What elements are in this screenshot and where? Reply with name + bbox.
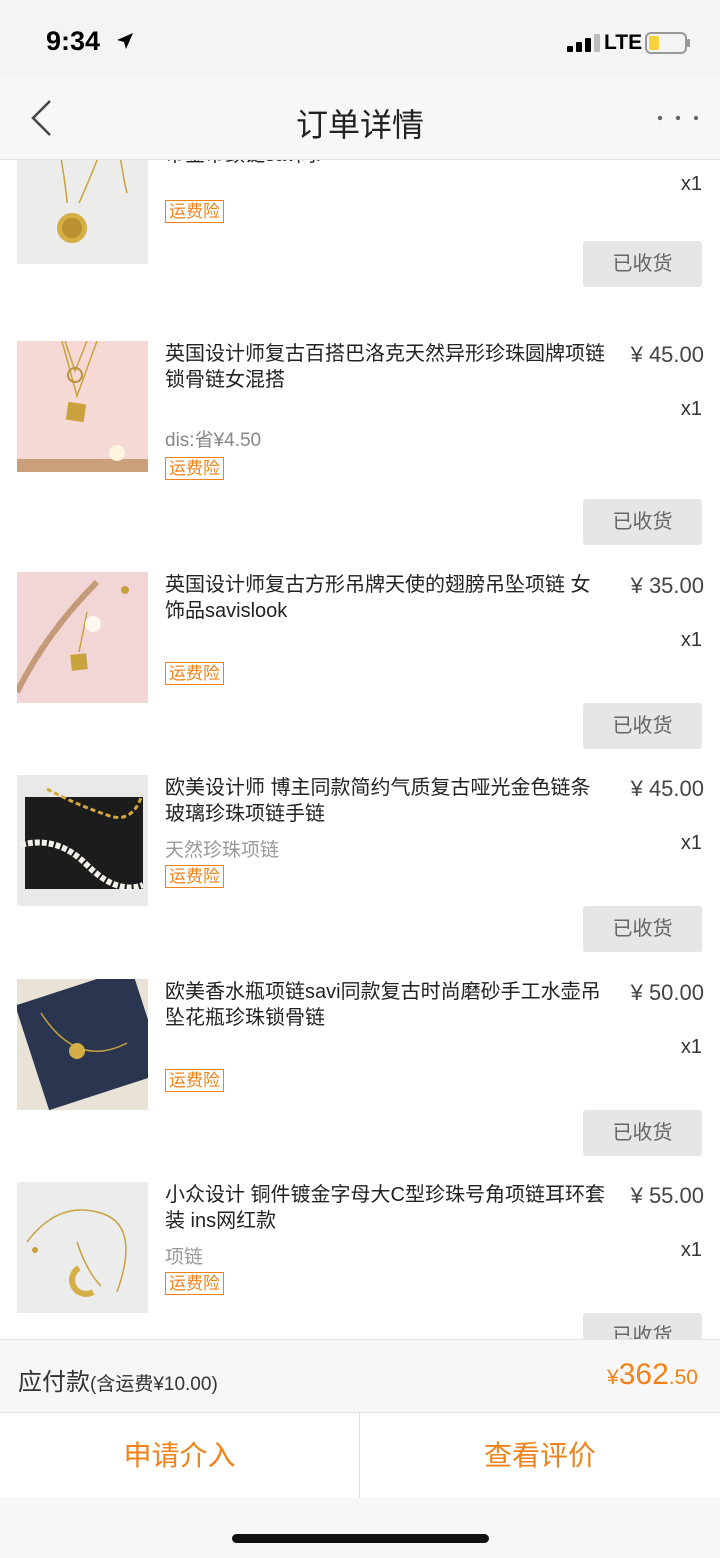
quantity: x1: [680, 1036, 702, 1058]
received-button[interactable]: 已收货: [583, 241, 702, 287]
received-button[interactable]: 已收货: [583, 703, 702, 749]
battery-icon: [645, 32, 690, 54]
product-image[interactable]: [17, 1182, 148, 1313]
view-review-button[interactable]: 查看评价: [360, 1413, 720, 1498]
shipping-insurance-tag: 运费险: [165, 200, 224, 223]
payment-summary: 应付款(含运费¥10.00) ¥362.50: [0, 1339, 720, 1413]
amount-decimal: .50: [668, 1366, 698, 1389]
quantity: x1: [680, 1239, 702, 1261]
home-indicator[interactable]: [232, 1534, 489, 1543]
status-time: 9:34: [46, 26, 101, 56]
product-price: ¥ 50.00: [630, 980, 704, 1005]
received-button[interactable]: 已收货: [583, 1313, 702, 1339]
amount-integer: 362: [618, 1358, 669, 1391]
order-item[interactable]: 英国设计师复古方形吊牌天使的翅膀吊坠项链 女饰品savislook ¥ 35.0…: [0, 572, 720, 775]
product-sku: 项链: [165, 1247, 204, 1268]
quantity: x1: [680, 173, 702, 195]
quantity: x1: [680, 832, 702, 854]
received-button[interactable]: 已收货: [583, 499, 702, 545]
shipping-included-note: (含运费¥10.00): [90, 1374, 218, 1395]
product-image[interactable]: [17, 160, 148, 264]
quantity: x1: [680, 398, 702, 420]
product-image[interactable]: [17, 341, 148, 472]
quantity: x1: [680, 629, 702, 651]
status-bar: 9:34 LTE: [0, 0, 720, 78]
order-item[interactable]: 欧美香水瓶项链savi同款复古时尚磨砂手工水壶吊坠花瓶珍珠锁骨链 ¥ 50.00…: [0, 979, 720, 1182]
home-indicator-area: [0, 1498, 720, 1558]
product-title[interactable]: 币金币颈链sav同i: [165, 160, 610, 168]
received-button[interactable]: 已收货: [583, 906, 702, 952]
product-price: ¥ 35.00: [630, 573, 704, 598]
amount-due-label: 应付款(含运费¥10.00): [18, 1362, 218, 1397]
signal-icon: [567, 34, 600, 52]
shipping-insurance-tag: 运费险: [165, 1069, 224, 1092]
action-bar: 申请介入 查看评价: [0, 1413, 720, 1498]
order-item[interactable]: 小众设计 铜件镀金字母大C型珍珠号角项链耳环套装 ins网红款 ¥ 55.00 …: [0, 1182, 720, 1339]
product-title[interactable]: 英国设计师复古方形吊牌天使的翅膀吊坠项链 女饰品savislook: [165, 572, 610, 624]
amount-due-title: 应付款: [18, 1369, 90, 1396]
product-title[interactable]: 欧美香水瓶项链savi同款复古时尚磨砂手工水壶吊坠花瓶珍珠锁骨链: [165, 979, 610, 1031]
location-arrow-icon: [117, 33, 133, 49]
order-item[interactable]: 欧美设计师 博主同款简约气质复古哑光金色链条玻璃珍珠项链手链 ¥ 45.00 x…: [0, 775, 720, 978]
order-item[interactable]: 英国设计师复古百搭巴洛克天然异形珍珠圆牌项链 锁骨链女混搭 ¥ 45.00 x1…: [0, 341, 720, 545]
shipping-insurance-tag: 运费险: [165, 1272, 224, 1295]
product-image[interactable]: [17, 979, 148, 1110]
network-label: LTE: [604, 31, 643, 54]
currency-symbol: ¥: [607, 1366, 619, 1389]
amount-due-value: ¥362.50: [607, 1358, 698, 1392]
order-item[interactable]: 币金币颈链sav同i x1 运费险 已收货: [0, 160, 720, 336]
apply-intervention-button[interactable]: 申请介入: [0, 1413, 360, 1498]
product-sku: 天然珍珠项链: [165, 840, 280, 861]
received-button[interactable]: 已收货: [583, 1110, 702, 1156]
shipping-insurance-tag: 运费险: [165, 662, 224, 685]
product-price: ¥ 45.00: [630, 342, 704, 367]
order-item-list[interactable]: 币金币颈链sav同i x1 运费险 已收货 英国设计师复古百搭巴洛克天然异形珍珠…: [0, 160, 720, 1339]
product-title[interactable]: 小众设计 铜件镀金字母大C型珍珠号角项链耳环套装 ins网红款: [165, 1182, 610, 1234]
product-price: ¥ 55.00: [630, 1183, 704, 1208]
product-image[interactable]: [17, 572, 148, 703]
product-price: ¥ 45.00: [630, 776, 704, 801]
shipping-insurance-tag: 运费险: [165, 457, 224, 480]
page-title: 订单详情: [295, 107, 424, 143]
product-image[interactable]: [17, 775, 148, 906]
more-dots-icon[interactable]: [656, 110, 700, 126]
product-sku: dis:省¥4.50: [165, 430, 262, 451]
product-title[interactable]: 欧美设计师 博主同款简约气质复古哑光金色链条玻璃珍珠项链手链: [165, 775, 610, 827]
product-title[interactable]: 英国设计师复古百搭巴洛克天然异形珍珠圆牌项链 锁骨链女混搭: [165, 341, 610, 393]
nav-bar: 订单详情: [0, 78, 720, 160]
shipping-insurance-tag: 运费险: [165, 865, 224, 888]
